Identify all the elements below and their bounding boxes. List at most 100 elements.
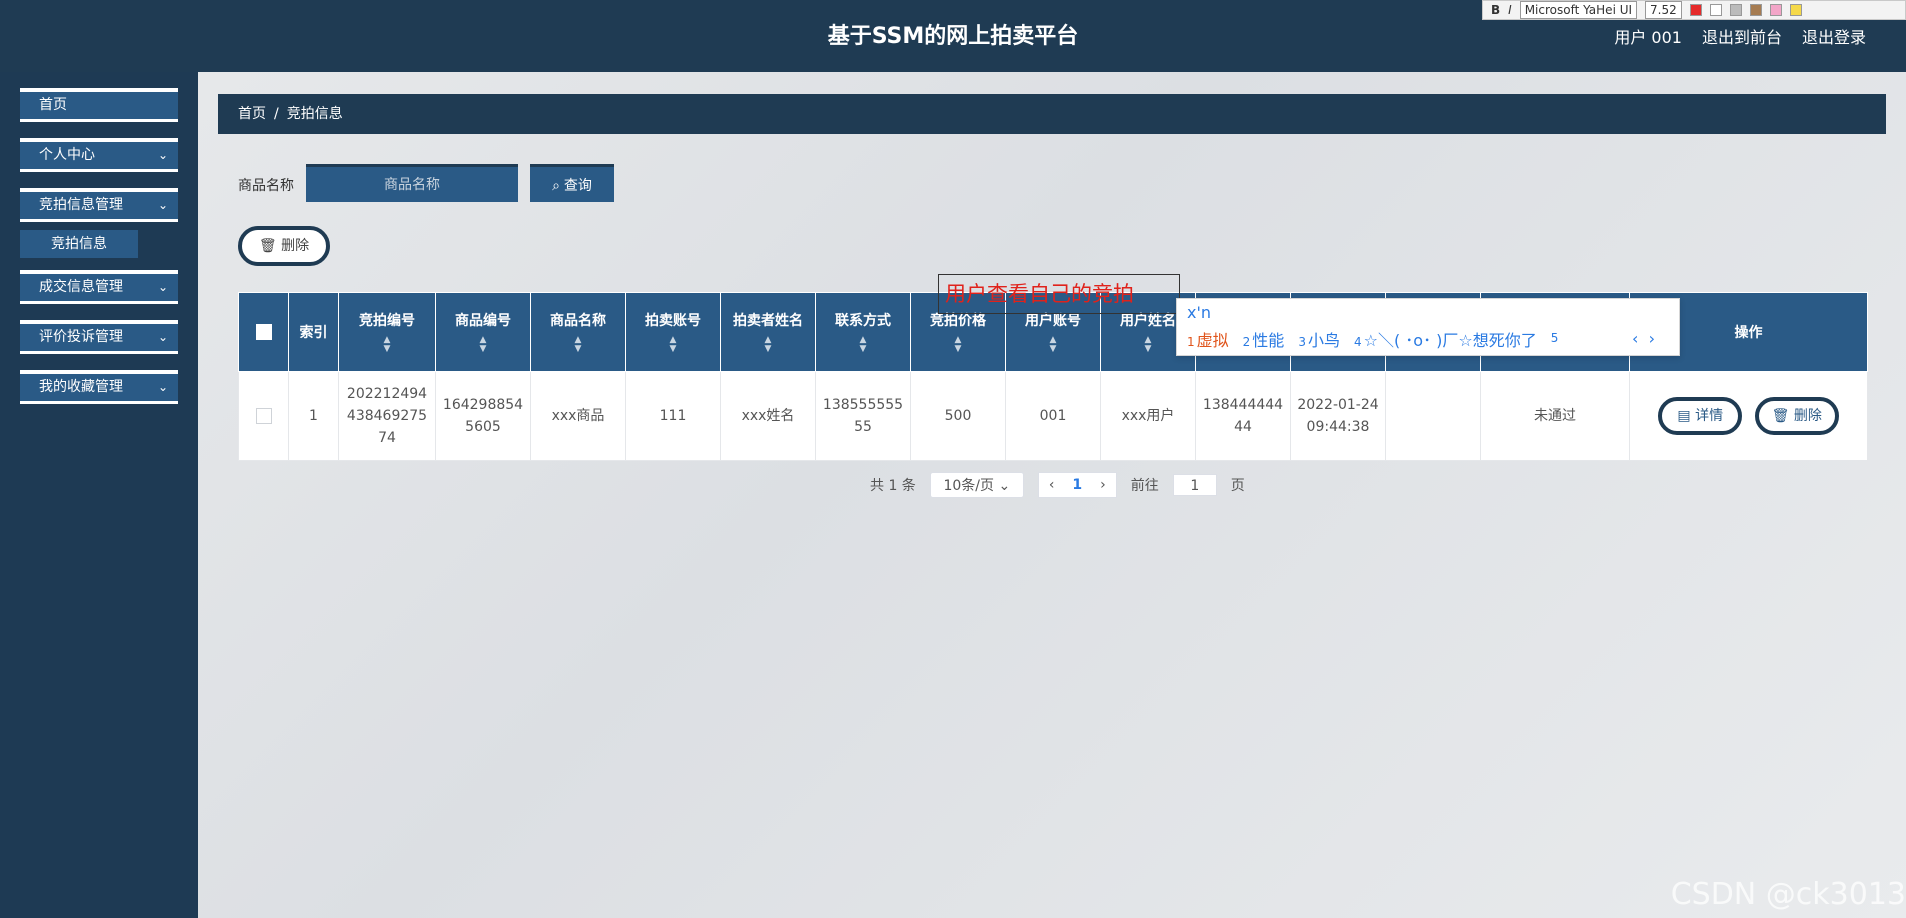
pagination: 共 1 条 10条/页 ⌄ ‹ 1 › 前往 1 页 <box>870 472 1245 498</box>
document-icon: ▤ <box>1677 408 1691 424</box>
cell-reply <box>1385 371 1481 461</box>
cell-goods-name: xxx商品 <box>530 371 626 461</box>
cell-seller-name: xxx姓名 <box>720 371 816 461</box>
annotation-textbox[interactable]: 用户查看自己的竞拍 <box>938 274 1180 314</box>
current-page[interactable]: 1 <box>1072 477 1082 493</box>
chevron-down-icon: ⌄ <box>157 330 168 344</box>
breadcrumb-home[interactable]: 首页 <box>238 106 266 122</box>
sidebar-item-bid-management[interactable]: 竞拍信息管理 ⌄ <box>20 188 178 222</box>
page-nav: ‹ 1 › <box>1037 472 1117 498</box>
color-swatch-brown[interactable] <box>1749 4 1762 16</box>
row-delete-button[interactable]: 🗑 删除 <box>1754 397 1839 435</box>
next-page-icon[interactable]: › <box>1100 477 1106 493</box>
sidebar-item-personal-center[interactable]: 个人中心 ⌄ <box>20 138 178 172</box>
header-label: 拍卖账号 <box>645 313 701 329</box>
color-swatch-gray[interactable] <box>1729 4 1742 16</box>
cell-price: 500 <box>910 371 1006 461</box>
ime-candidate[interactable]: 3 小鸟 <box>1298 327 1340 351</box>
italic-button[interactable]: I <box>1508 3 1512 17</box>
sidebar-subitem-bid-info[interactable]: 竞拍信息 <box>20 230 138 258</box>
page-size-select[interactable]: 10条/页 ⌄ <box>929 472 1024 498</box>
ime-candidates: 1 虚拟 2 性能 3 小鸟 4 ☆＼( ･o･ )厂☆想死你了 5 <box>1187 327 1560 351</box>
ime-candidate[interactable]: 4 ☆＼( ･o･ )厂☆想死你了 <box>1354 327 1537 351</box>
sidebar-item-home[interactable]: 首页 <box>20 88 178 122</box>
cell-phone: 13844444444 <box>1195 371 1291 461</box>
sidebar-item-favorites[interactable]: 我的收藏管理 ⌄ <box>20 370 178 404</box>
chevron-down-icon: ⌄ <box>998 478 1011 494</box>
search-button-label: 查询 <box>563 176 592 193</box>
header-goods-name[interactable]: 商品名称 ▲ ▼ <box>530 292 626 372</box>
sort-icon[interactable]: ▲ ▼ <box>532 336 624 354</box>
sidebar-item-label: 首页 <box>39 97 67 113</box>
sidebar-item-deal-management[interactable]: 成交信息管理 ⌄ <box>20 270 178 304</box>
header-seller-account[interactable]: 拍卖账号 ▲ ▼ <box>625 292 721 372</box>
row-delete-label: 删除 <box>1793 408 1822 424</box>
font-family-select[interactable]: Microsoft YaHei UI <box>1519 1 1638 19</box>
sidebar-item-label: 成交信息管理 <box>39 279 123 295</box>
sort-icon[interactable]: ▲ ▼ <box>817 336 909 354</box>
color-swatch-yellow[interactable] <box>1789 4 1802 16</box>
checkbox[interactable] <box>255 324 272 340</box>
trash-icon: 🗑 <box>1771 408 1790 424</box>
cell-actions: ▤ 详情 🗑 删除 <box>1629 371 1868 461</box>
page-unit-label: 页 <box>1230 478 1245 494</box>
breadcrumb: 首页 / 竞拍信息 <box>218 94 1886 134</box>
select-all-checkbox[interactable] <box>238 292 289 372</box>
breadcrumb-separator: / <box>274 106 279 122</box>
ime-page-nav[interactable]: ‹ › <box>1632 329 1655 348</box>
main-content: 首页/竞拍信息 商品名称 ⌕ 查询 🗑 删除 索引 竞拍编号▲▼ 商品编号▲▼ … <box>198 72 1906 918</box>
header-label: 竞拍价格 <box>930 313 986 329</box>
header-seller-name[interactable]: 拍卖者姓名 ▲ ▼ <box>720 292 816 372</box>
cell-contact: 13855555555 <box>815 371 911 461</box>
sort-icon[interactable]: ▲ ▼ <box>1007 336 1099 354</box>
header-label: 商品名称 <box>550 313 606 329</box>
logout-link[interactable]: 退出登录 <box>1802 24 1866 48</box>
ime-candidate[interactable]: 1 虚拟 <box>1187 327 1229 351</box>
color-swatch-pink[interactable] <box>1769 4 1782 16</box>
sidebar-item-review-complaint[interactable]: 评价投诉管理 ⌄ <box>20 320 178 354</box>
sort-icon[interactable]: ▲ ▼ <box>437 336 529 354</box>
font-size-select[interactable]: 7.52 <box>1645 1 1682 19</box>
detail-button[interactable]: ▤ 详情 <box>1658 397 1743 435</box>
row-checkbox-cell[interactable] <box>238 371 289 461</box>
sort-icon[interactable]: ▲ ▼ <box>912 336 1004 354</box>
chevron-left-icon[interactable]: ‹ <box>1632 329 1638 348</box>
page-size-value: 10条/页 <box>943 478 994 494</box>
chevron-down-icon: ⌄ <box>157 380 168 394</box>
breadcrumb-current: 竞拍信息 <box>286 106 343 122</box>
total-count: 共 1 条 <box>870 478 916 494</box>
chevron-right-icon[interactable]: › <box>1649 329 1655 348</box>
bold-button[interactable]: B <box>1491 3 1500 17</box>
batch-delete-button[interactable]: 🗑 删除 <box>238 226 330 266</box>
search-input[interactable] <box>306 164 518 202</box>
ime-candidate[interactable]: 2 性能 <box>1243 327 1285 351</box>
cell-user-account: 001 <box>1005 371 1101 461</box>
exit-to-front-link[interactable]: 退出到前台 <box>1702 24 1782 48</box>
table-row: 1 20221249443846927574 1642988545605 xxx… <box>238 371 1868 461</box>
header-contact[interactable]: 联系方式 ▲ ▼ <box>815 292 911 372</box>
ime-candidate[interactable]: 5 <box>1551 327 1561 351</box>
search-label: 商品名称 <box>238 178 294 194</box>
header-bid-no[interactable]: 竞拍编号 ▲ ▼ <box>338 292 436 372</box>
color-swatch-red[interactable] <box>1689 4 1702 16</box>
search-button[interactable]: ⌕ 查询 <box>530 164 614 202</box>
sidebar-item-label: 我的收藏管理 <box>39 379 123 395</box>
header-index: 索引 <box>288 292 339 372</box>
watermark: CSDN @ck3013 <box>1670 877 1906 912</box>
header-goods-no[interactable]: 商品编号 ▲ ▼ <box>435 292 531 372</box>
prev-page-icon[interactable]: ‹ <box>1049 477 1055 493</box>
chevron-down-icon: ⌄ <box>157 148 168 162</box>
sort-icon[interactable]: ▲ ▼ <box>722 336 814 354</box>
checkbox[interactable] <box>255 408 272 424</box>
cell-bid-no: 20221249443846927574 <box>338 371 436 461</box>
sidebar: 首页 个人中心 ⌄ 竞拍信息管理 ⌄ 竞拍信息 成交信息管理 ⌄ 评价投诉管理 … <box>0 72 198 918</box>
chevron-down-icon: ⌄ <box>157 198 168 212</box>
goto-input[interactable]: 1 <box>1172 474 1217 496</box>
trash-icon: 🗑 <box>258 238 277 254</box>
sidebar-item-label: 竞拍信息管理 <box>39 197 123 213</box>
sort-icon[interactable]: ▲ ▼ <box>340 336 434 354</box>
color-swatch-white[interactable] <box>1709 4 1722 16</box>
sort-icon[interactable]: ▲ ▼ <box>627 336 719 354</box>
cell-time: 2022-01-24 09:44:38 <box>1290 371 1386 461</box>
header-label: 拍卖者姓名 <box>733 313 803 329</box>
